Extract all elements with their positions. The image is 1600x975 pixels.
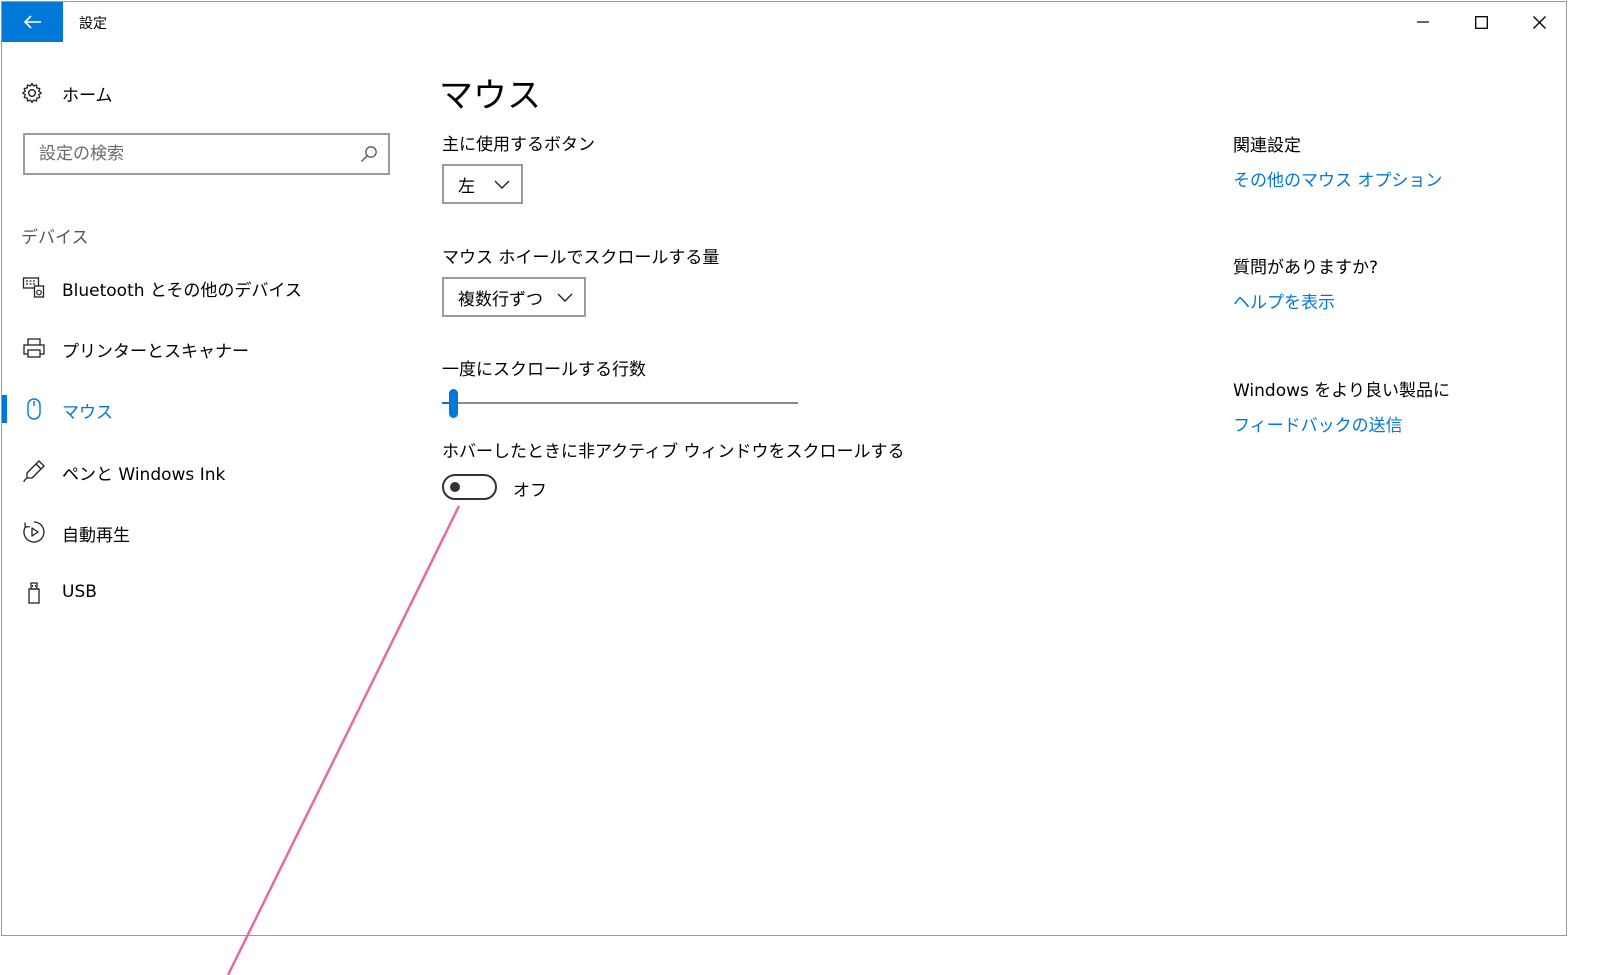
get-help-link[interactable]: ヘルプを表示 [1233, 288, 1335, 313]
usb-icon [22, 581, 46, 605]
feedback-heading: Windows をより良い製品に [1233, 381, 1450, 401]
dropdown-value: 複数行ずつ [458, 289, 543, 310]
toggle-state-label: オフ [513, 481, 547, 501]
dropdown-value: 左 [458, 176, 475, 197]
chevron-down-icon [494, 180, 510, 189]
sidebar-item-label: プリンターとスキャナー [62, 342, 249, 362]
sidebar-item-pen[interactable]: ペンと Windows Ink [2, 451, 392, 491]
related-settings-heading: 関連設定 [1233, 136, 1301, 156]
sidebar-item-autoplay[interactable]: 自動再生 [2, 512, 392, 552]
close-icon [1532, 15, 1546, 29]
sidebar-item-label: Bluetooth とその他のデバイス [62, 281, 302, 301]
sidebar-home-label: ホーム [62, 85, 113, 106]
lines-slider-track[interactable] [442, 402, 798, 404]
active-indicator [2, 395, 7, 423]
sidebar-item-printers[interactable]: プリンターとスキャナー [2, 328, 392, 368]
maximize-button[interactable] [1452, 2, 1510, 42]
primary-button-label: 主に使用するボタン [442, 135, 595, 155]
title-bar: 設定 [2, 2, 1566, 42]
maximize-icon [1474, 15, 1488, 29]
search-icon[interactable] [360, 145, 378, 163]
inactive-scroll-toggle[interactable] [442, 474, 497, 500]
inactive-scroll-label: ホバーしたときに非アクティブ ウィンドウをスクロールする [442, 442, 905, 462]
sidebar-item-label: ペンと Windows Ink [62, 465, 226, 485]
question-heading: 質問がありますか? [1233, 258, 1379, 278]
wheel-scroll-label: マウス ホイールでスクロールする量 [442, 248, 720, 268]
pen-icon [22, 459, 46, 483]
minimize-icon [1417, 21, 1429, 23]
autoplay-icon [22, 520, 46, 544]
sidebar-item-mouse[interactable]: マウス [2, 389, 392, 429]
send-feedback-link[interactable]: フィードバックの送信 [1233, 411, 1403, 436]
primary-button-dropdown[interactable]: 左 [442, 164, 523, 204]
sidebar-item-label: マウス [62, 403, 113, 423]
lines-to-scroll-label: 一度にスクロールする行数 [442, 360, 646, 380]
sidebar-item-bluetooth[interactable]: Bluetooth とその他のデバイス [2, 267, 392, 307]
bluetooth-devices-icon [22, 275, 46, 299]
lines-slider-thumb[interactable] [448, 389, 458, 418]
window-title: 設定 [79, 16, 107, 32]
chevron-down-icon [557, 293, 573, 302]
arrow-left-icon [23, 15, 41, 29]
gear-icon [22, 82, 42, 104]
close-button[interactable] [1510, 2, 1568, 42]
sidebar-section-devices: デバイス [21, 228, 89, 248]
search-box[interactable] [23, 133, 390, 175]
search-input[interactable] [39, 142, 349, 166]
printer-icon [22, 336, 46, 360]
back-button[interactable] [2, 2, 63, 42]
sidebar-item-label: USB [62, 582, 97, 602]
settings-window: 設定 ホーム デバイス [1, 1, 1567, 936]
toggle-knob [450, 482, 460, 492]
sidebar-item-label: 自動再生 [62, 526, 130, 546]
page-title: マウス [439, 76, 541, 116]
more-mouse-options-link[interactable]: その他のマウス オプション [1233, 166, 1442, 191]
wheel-scroll-dropdown[interactable]: 複数行ずつ [442, 277, 586, 317]
sidebar-item-usb[interactable]: USB [2, 573, 392, 613]
minimize-button[interactable] [1394, 2, 1452, 42]
sidebar-home[interactable]: ホーム [21, 78, 113, 108]
mouse-icon [22, 397, 46, 421]
